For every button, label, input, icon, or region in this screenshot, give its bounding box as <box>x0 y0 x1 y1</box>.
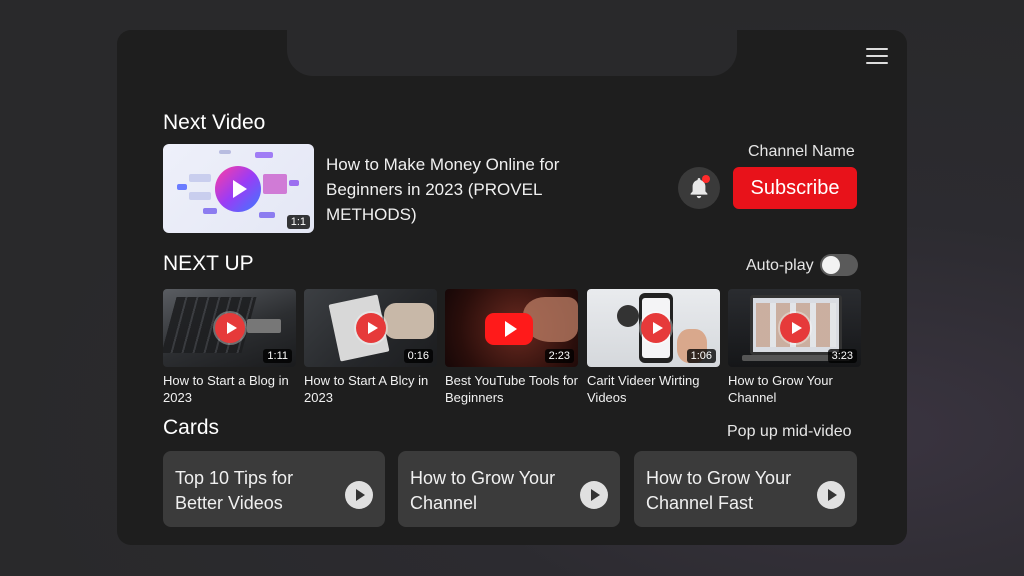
video-title: Carit Videer Wirting Videos <box>587 373 700 405</box>
play-icon <box>215 166 261 212</box>
video-duration: 0:16 <box>403 349 433 363</box>
play-icon <box>215 313 245 343</box>
video-thumbnail[interactable]: 3:23 <box>728 289 861 367</box>
subscribe-button[interactable]: Subscribe <box>733 167 857 209</box>
play-icon[interactable] <box>580 481 608 509</box>
autoplay-toggle[interactable] <box>820 254 858 276</box>
video-duration: 1:1 <box>286 215 310 229</box>
video-duration: 3:23 <box>827 349 857 363</box>
next-up-item[interactable]: 2:23 Best YouTube Tools for Beginners <box>445 289 578 406</box>
video-title: How to Start a Blog in 2023 <box>163 373 289 405</box>
video-duration: 2:23 <box>544 349 574 363</box>
next-up-item[interactable]: 1:06 Carit Videer Wirting Videos <box>587 289 720 406</box>
autoplay-label: Auto-play <box>746 257 814 274</box>
menu-icon[interactable] <box>866 48 888 65</box>
card-item[interactable]: How to Grow Your Channel <box>398 451 620 527</box>
next-video-heading: Next Video <box>163 111 266 134</box>
next-up-heading: NEXT UP <box>163 252 254 275</box>
cards-heading: Cards <box>163 416 220 439</box>
play-icon[interactable] <box>817 481 845 509</box>
next-video-title[interactable]: How to Make Money Online for Beginners i… <box>326 152 596 227</box>
play-icon[interactable] <box>345 481 373 509</box>
card-item[interactable]: How to Grow Your Channel Fast <box>634 451 857 527</box>
next-up-item[interactable]: 1:11 How to Start a Blog in 2023 <box>163 289 296 406</box>
video-duration: 1:11 <box>263 349 292 363</box>
card-title: How to Grow Your Channel <box>410 468 556 513</box>
play-icon <box>641 313 671 343</box>
play-icon <box>780 313 810 343</box>
popup-mid-video-label: Pop up mid-video <box>727 423 852 440</box>
card-title: Top 10 Tips for Better Videos <box>175 468 294 513</box>
video-title: How to Start A Blcy in 2023 <box>304 373 429 405</box>
notification-bell-button[interactable] <box>678 167 720 209</box>
next-video-thumbnail[interactable]: 1:1 <box>163 144 314 233</box>
video-duration: 1:06 <box>686 349 716 363</box>
video-thumbnail[interactable]: 1:11 <box>163 289 296 367</box>
card-title: How to Grow Your Channel Fast <box>646 468 792 513</box>
video-thumbnail[interactable]: 2:23 <box>445 289 578 367</box>
card-item[interactable]: Top 10 Tips for Better Videos <box>163 451 385 527</box>
youtube-logo-icon <box>485 313 533 345</box>
next-up-item[interactable]: 0:16 How to Start A Blcy in 2023 <box>304 289 437 406</box>
video-thumbnail[interactable]: 0:16 <box>304 289 437 367</box>
play-icon <box>356 313 386 343</box>
video-thumbnail[interactable]: 1:06 <box>587 289 720 367</box>
channel-name[interactable]: Channel Name <box>748 143 855 161</box>
next-up-item[interactable]: 3:23 How to Grow Your Channel <box>728 289 861 406</box>
notification-badge <box>702 175 710 183</box>
video-title: How to Grow Your Channel <box>728 373 833 405</box>
panel-notch <box>287 30 737 76</box>
video-title: Best YouTube Tools for Beginners <box>445 373 578 405</box>
